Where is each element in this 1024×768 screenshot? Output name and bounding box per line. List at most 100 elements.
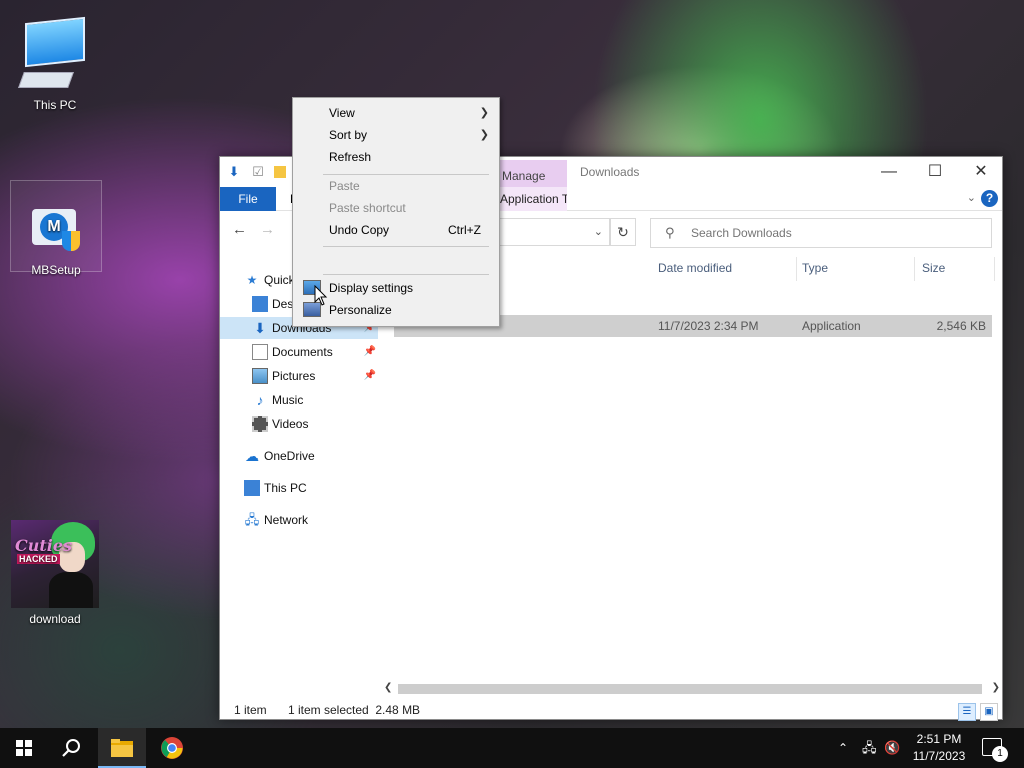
tab-manage[interactable]: Manage (496, 160, 567, 187)
mouse-cursor-icon (314, 285, 328, 306)
clock-date: 11/7/2023 (912, 749, 966, 763)
desktop-icon-label: MBSetup (31, 263, 81, 277)
computer-icon (15, 14, 95, 94)
documents-icon (252, 344, 268, 360)
scroll-right-icon[interactable]: ❯ (992, 682, 1000, 693)
volume-muted-icon[interactable]: 🔇 (884, 728, 900, 768)
column-type[interactable]: Type (802, 261, 828, 275)
desktop-icon-download[interactable]: Cuties HACKED download (10, 520, 100, 626)
menu-item-view[interactable]: View ❯ (295, 102, 497, 124)
sidebar-item-label: This PC (264, 481, 307, 495)
menu-item-refresh[interactable]: Refresh (295, 146, 497, 168)
taskbar: ⌃ 🖧 🔇 2:51 PM 11/7/2023 1 (0, 728, 1024, 768)
search-icon (62, 739, 80, 757)
menu-item-label: Personalize (329, 303, 392, 317)
cell-date-modified: 11/7/2023 2:34 PM (658, 319, 759, 333)
malwarebytes-installer-icon: M (26, 199, 86, 259)
status-bar: 1 item 1 item selected 2.48 MB ☰ ▣ (220, 699, 1002, 721)
details-view-icon[interactable]: ☰ (958, 703, 976, 721)
music-icon: ♪ (256, 392, 264, 408)
sidebar-item-label: Documents (272, 345, 333, 359)
window-title: Downloads (580, 165, 640, 179)
thumbnail-title: Cuties (15, 536, 73, 555)
chevron-down-icon[interactable]: ⌄ (594, 225, 603, 238)
cell-size: 2,546 KB (936, 319, 986, 333)
star-icon: ★ (246, 273, 258, 287)
large-icons-view-icon[interactable]: ▣ (980, 703, 998, 721)
show-hidden-icons-chevron-icon[interactable]: ⌃ (838, 728, 848, 768)
taskbar-file-explorer[interactable] (98, 728, 146, 768)
clock-time: 2:51 PM (916, 732, 962, 746)
pin-icon[interactable]: 📌 (364, 365, 376, 387)
horizontal-scrollbar[interactable]: ❮ ❯ (380, 681, 1002, 697)
start-button[interactable] (0, 728, 48, 768)
scrollbar-thumb[interactable] (398, 684, 982, 694)
status-item-count: 1 item (234, 703, 267, 717)
thumbnail-badge: HACKED (17, 554, 60, 564)
new-folder-icon[interactable] (274, 166, 286, 178)
column-divider[interactable] (796, 257, 797, 281)
back-arrow-icon[interactable]: ← (232, 221, 247, 238)
sidebar-item-network[interactable]: 🖧 Network (220, 509, 378, 531)
refresh-button[interactable]: ↻ (610, 218, 636, 246)
taskbar-chrome[interactable] (148, 728, 196, 768)
sidebar-item-label: Music (272, 393, 304, 407)
desktop-icon-label: This PC (33, 98, 77, 112)
menu-item-label: View (329, 106, 355, 120)
properties-icon[interactable]: ☑ (250, 164, 266, 180)
sidebar-item-pictures[interactable]: Pictures 📌 (220, 365, 378, 387)
status-selection: 1 item selected 2.48 MB (288, 703, 421, 717)
network-status-icon[interactable]: 🖧 (862, 728, 877, 768)
maximize-button[interactable]: ☐ (912, 157, 958, 187)
menu-item-paste[interactable]: Paste (295, 175, 497, 197)
videos-icon (252, 416, 268, 432)
windows-logo-icon (16, 740, 32, 756)
sidebar-item-label: Videos (272, 417, 309, 431)
tab-file[interactable]: File (220, 187, 276, 211)
menu-item-paste-shortcut[interactable]: Paste shortcut (295, 197, 497, 219)
notification-count-badge: 1 (992, 746, 1008, 762)
sidebar-item-onedrive[interactable]: ☁ OneDrive (220, 445, 378, 467)
sidebar-item-label: Pictures (272, 369, 316, 383)
close-button[interactable]: ✕ (958, 157, 1004, 187)
search-box[interactable]: ⚲ (650, 218, 992, 248)
search-button[interactable] (48, 728, 96, 768)
tab-manage-label: Manage (502, 169, 546, 183)
forward-arrow-icon[interactable]: → (260, 221, 275, 238)
search-input[interactable] (691, 226, 971, 240)
desktop-icon-mbsetup[interactable]: M MBSetup (10, 180, 102, 277)
menu-item-sort-by[interactable]: Sort by ❯ (295, 124, 497, 146)
menu-item-label: Paste (329, 179, 360, 193)
help-icon[interactable]: ? (981, 190, 998, 207)
column-divider[interactable] (914, 257, 915, 281)
sidebar-item-videos[interactable]: Videos (220, 413, 378, 435)
chevron-right-icon: ❯ (479, 129, 489, 141)
expand-ribbon-icon[interactable]: ⌄ (967, 191, 976, 204)
menu-item-shortcut: Ctrl+Z (448, 223, 481, 237)
menu-item-label: Paste shortcut (329, 201, 406, 215)
tab-application-tools[interactable]: Application Tools (496, 187, 567, 211)
pin-icon[interactable]: 📌 (364, 341, 376, 363)
sidebar-item-music[interactable]: ♪ Music (220, 389, 378, 411)
chrome-icon (161, 737, 183, 759)
scroll-left-icon[interactable]: ❮ (384, 682, 392, 693)
pictures-icon (252, 368, 268, 384)
image-thumbnail-icon: Cuties HACKED (11, 520, 99, 608)
minimize-button[interactable]: — (866, 157, 912, 187)
taskbar-clock[interactable]: 2:51 PM 11/7/2023 (904, 731, 974, 765)
menu-item-label: Undo Copy (329, 223, 390, 237)
sidebar-item-this-pc[interactable]: This PC (220, 477, 378, 499)
column-size[interactable]: Size (922, 261, 945, 275)
column-date-modified[interactable]: Date modified (658, 261, 732, 275)
sidebar-item-documents[interactable]: Documents 📌 (220, 341, 378, 363)
desktop-icon (252, 296, 268, 312)
chevron-right-icon: ❯ (479, 107, 489, 119)
column-divider[interactable] (994, 257, 995, 281)
desktop-icon-this-pc[interactable]: This PC (10, 14, 100, 112)
computer-icon (244, 480, 260, 496)
menu-item-undo-copy[interactable]: Undo Copy Ctrl+Z (295, 219, 497, 241)
cloud-icon: ☁ (245, 448, 259, 464)
search-icon: ⚲ (665, 225, 675, 240)
menu-item-label: Sort by (329, 128, 368, 142)
sidebar-item-label: Network (264, 513, 309, 527)
